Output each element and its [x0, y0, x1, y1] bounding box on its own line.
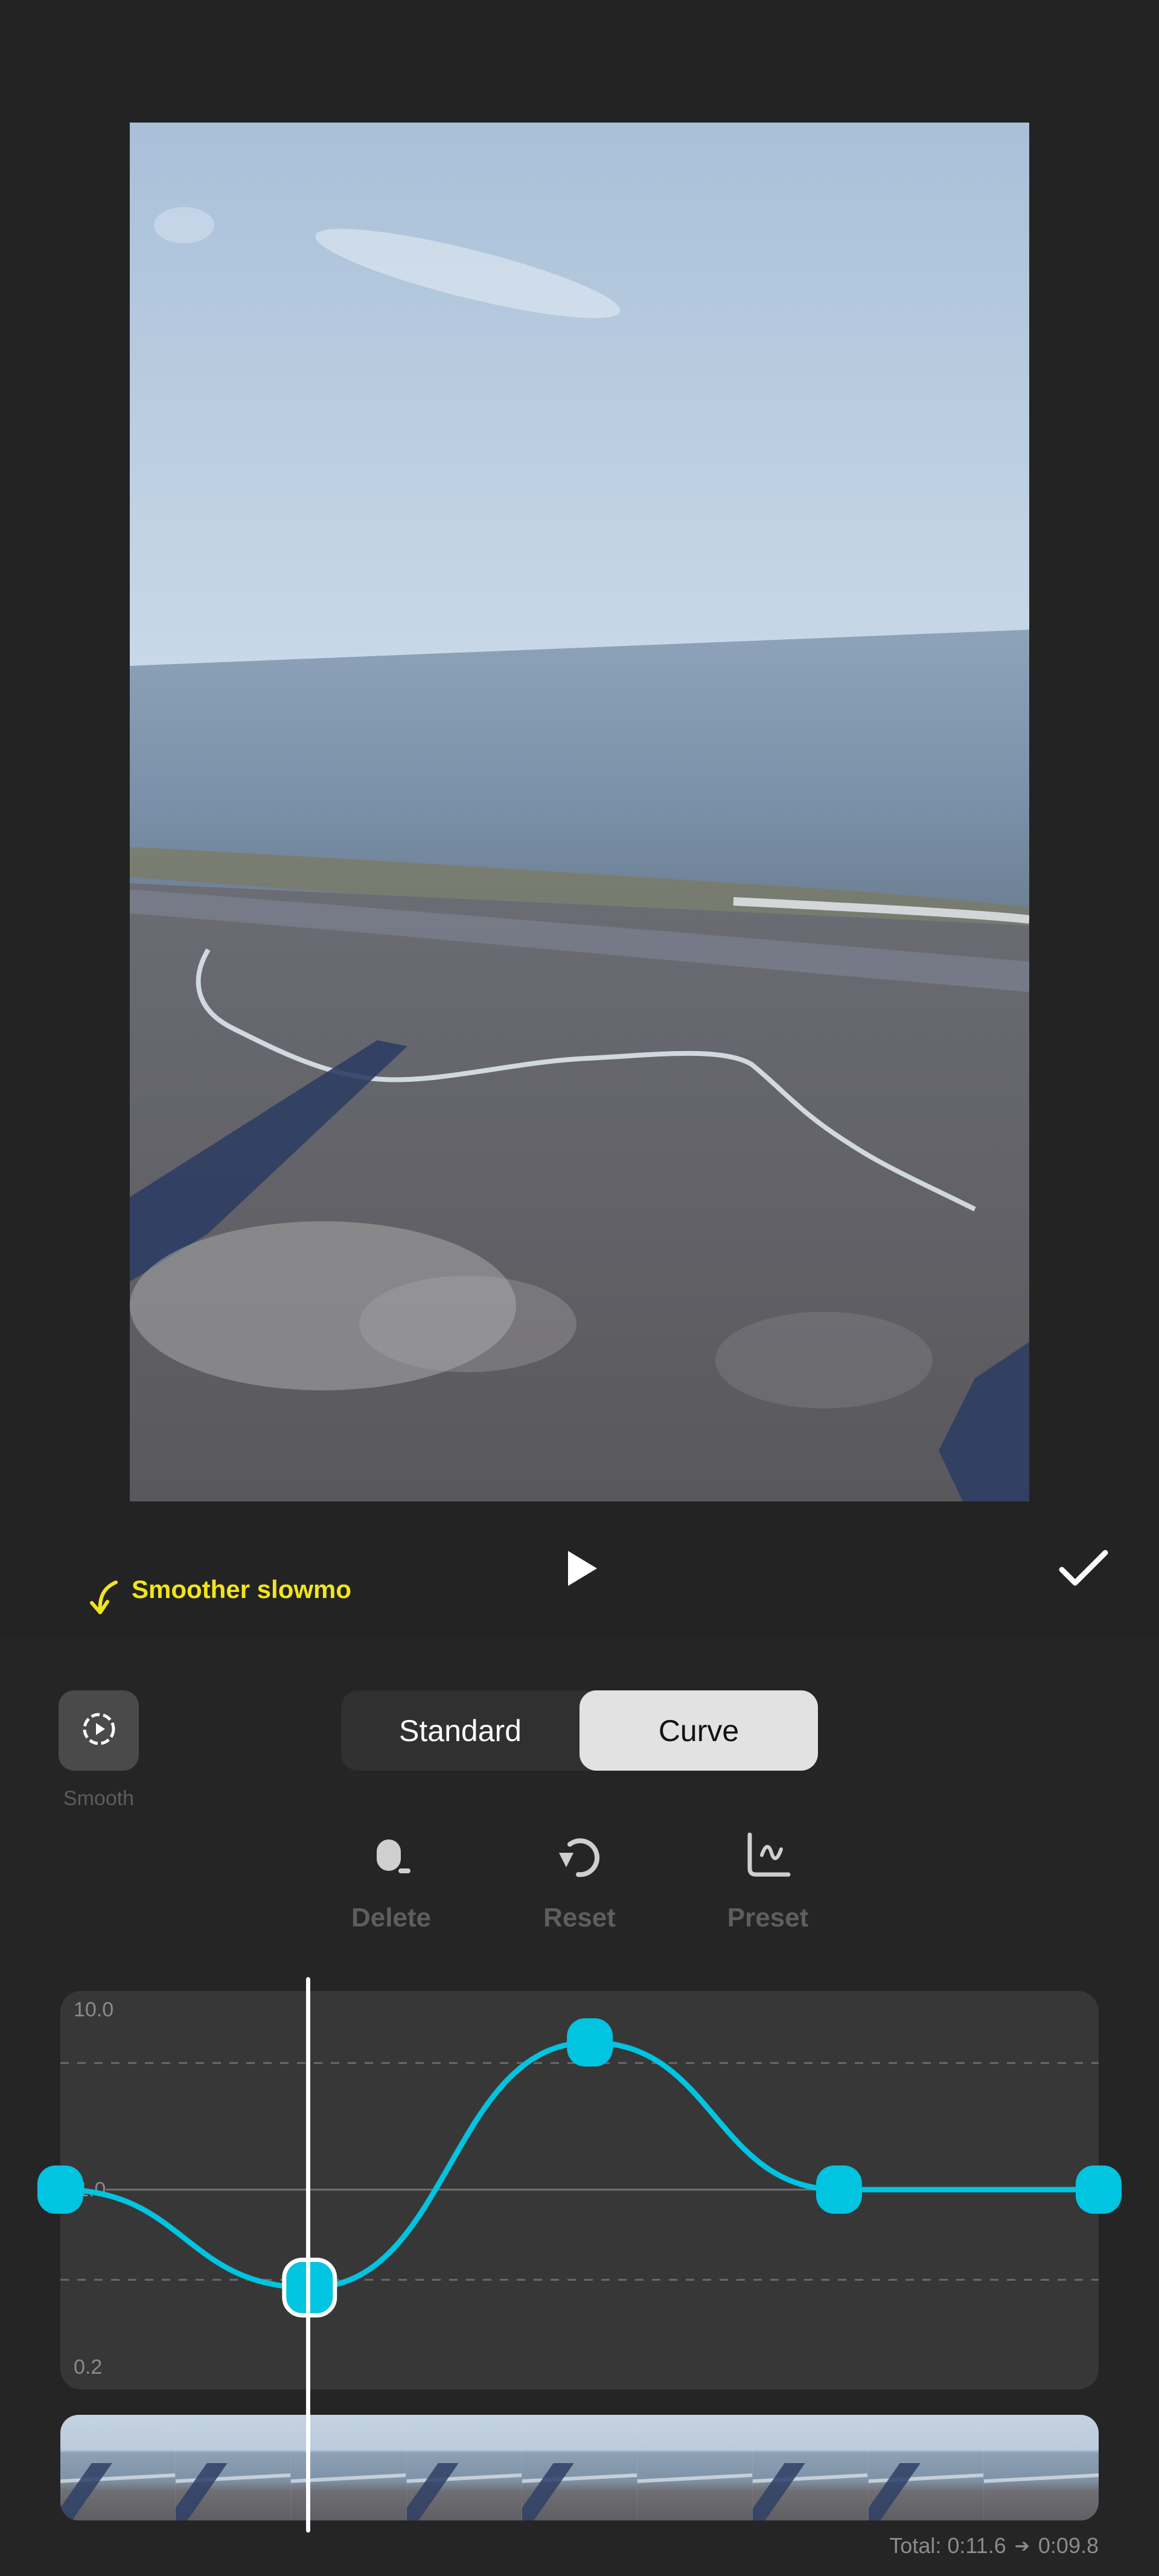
timeline-filmstrip[interactable] — [60, 2415, 1099, 2520]
speed-curve-line — [57, 2039, 1102, 2290]
curve-chart[interactable] — [0, 1968, 1159, 2427]
reset-button[interactable]: Reset — [513, 1823, 646, 1933]
reset-label: Reset — [543, 1903, 616, 1932]
filmstrip-frame — [637, 2415, 753, 2520]
tab-standard[interactable]: Standard — [341, 1690, 580, 1771]
arrow-right-icon: ➔ — [1014, 2536, 1030, 2556]
delete-point-button[interactable]: Delete — [325, 1823, 458, 1933]
play-button[interactable] — [555, 1539, 610, 1600]
playhead[interactable] — [306, 1977, 310, 2533]
smooth-play-icon — [80, 1710, 118, 1751]
filmstrip-frame — [60, 2415, 176, 2520]
duration-summary: Total: 0:11.6 ➔ 0:09.8 — [889, 2533, 1099, 2558]
preset-label: Preset — [727, 1903, 809, 1932]
filmstrip-frame — [521, 2415, 637, 2520]
filmstrip-frame — [752, 2415, 868, 2520]
play-icon — [567, 1550, 598, 1590]
preset-button[interactable]: Preset — [701, 1823, 834, 1933]
total-duration: Total: 0:11.6 — [889, 2533, 1006, 2558]
video-preview[interactable] — [130, 123, 1029, 1501]
filmstrip-frame — [867, 2415, 983, 2520]
filmstrip-frame — [175, 2415, 291, 2520]
smooth-button[interactable] — [59, 1690, 139, 1771]
reset-icon — [546, 1823, 613, 1890]
smoother-slowmo-hint: Smoother slowmo — [85, 1574, 351, 1623]
preset-curve-icon — [735, 1823, 801, 1890]
filmstrip-frame — [406, 2415, 522, 2520]
curve-point[interactable] — [816, 2165, 862, 2214]
confirm-button[interactable] — [1050, 1539, 1117, 1600]
hint-label: Smoother slowmo — [132, 1575, 352, 1603]
smooth-label: Smooth — [63, 1787, 135, 1810]
filmstrip-frame — [983, 2415, 1099, 2520]
delete-point-icon — [358, 1823, 424, 1890]
video-frame-image — [130, 123, 1029, 1501]
result-duration: 0:09.8 — [1038, 2533, 1099, 2558]
mode-segmented-control: Standard Curve — [341, 1690, 818, 1771]
curved-arrow-icon — [85, 1576, 121, 1622]
tab-curve[interactable]: Curve — [580, 1690, 818, 1771]
delete-label: Delete — [351, 1903, 432, 1932]
curve-point[interactable] — [567, 2018, 613, 2067]
checkmark-icon — [1058, 1549, 1109, 1591]
curve-point[interactable] — [37, 2165, 83, 2214]
curve-point[interactable] — [1076, 2165, 1122, 2214]
